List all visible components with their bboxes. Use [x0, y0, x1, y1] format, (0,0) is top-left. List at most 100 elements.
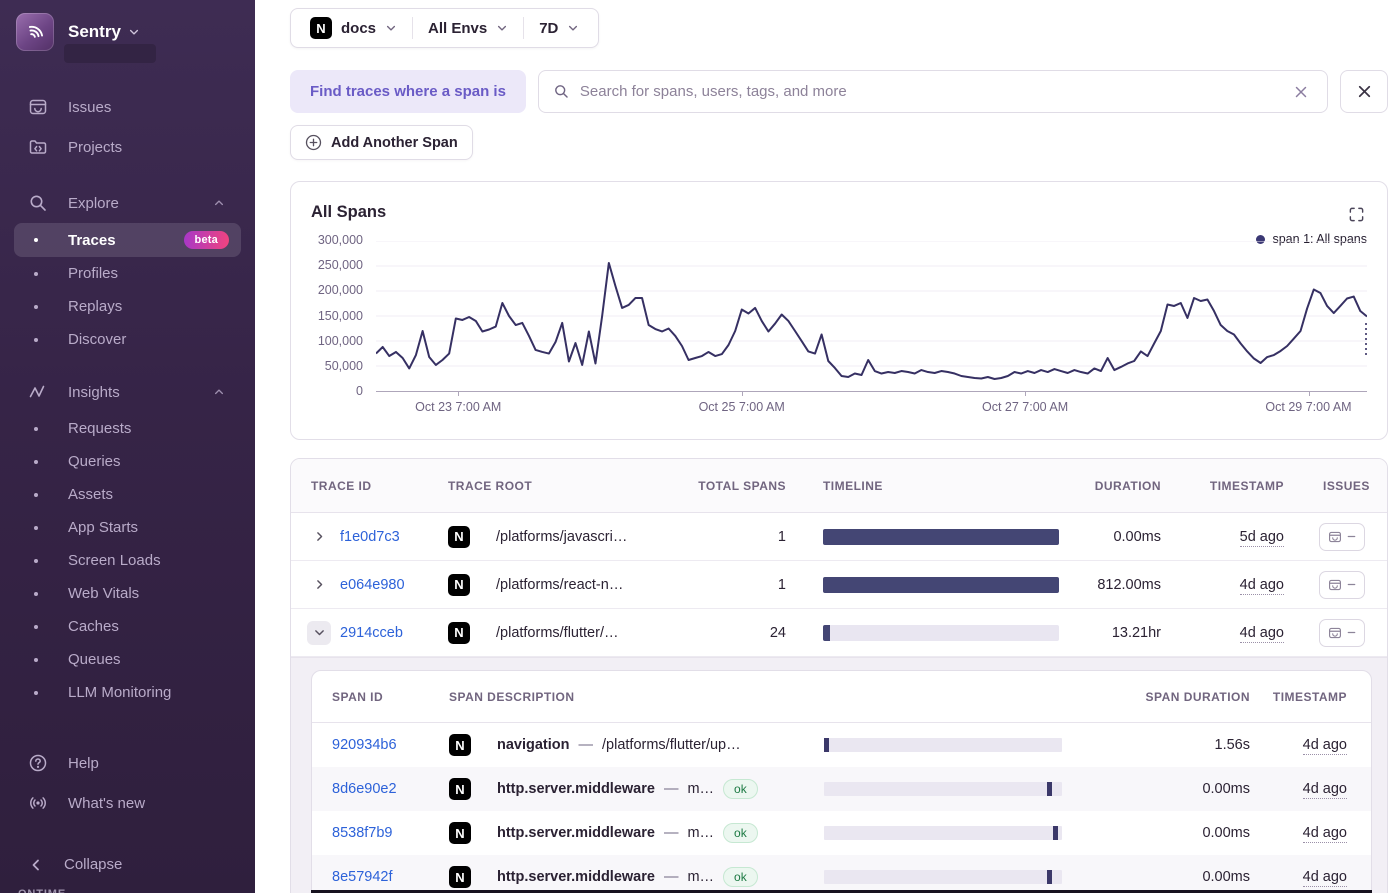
span-duration-value: 1.56s: [1082, 737, 1260, 753]
sidebar-item-projects[interactable]: Projects: [0, 127, 255, 167]
span-timestamp-value[interactable]: 4d ago: [1303, 825, 1347, 843]
project-selector[interactable]: N docs: [295, 17, 412, 39]
span-table-row[interactable]: 8e57942f N http.server.middleware — m… o…: [312, 855, 1371, 893]
chart-plot-area[interactable]: Oct 23 7:00 AMOct 25 7:00 AMOct 27 7:00 …: [376, 241, 1367, 392]
sidebar-sub-item[interactable]: Discover: [14, 323, 241, 356]
remove-span-filter-button[interactable]: [1340, 70, 1388, 113]
issues-count-button[interactable]: [1319, 523, 1365, 551]
timestamp-value[interactable]: 5d ago: [1240, 529, 1284, 547]
sidebar-sub-item[interactable]: Caches: [14, 610, 241, 643]
fullscreen-icon[interactable]: [1348, 206, 1365, 226]
sidebar-sub-item[interactable]: Screen Loads: [14, 544, 241, 577]
y-tick-label: 50,000: [325, 359, 363, 373]
date-range-selector[interactable]: 7D: [524, 20, 594, 37]
search-icon: [28, 193, 48, 213]
sidebar-sub-item[interactable]: Requests: [14, 412, 241, 445]
trace-table-card: TRACE ID TRACE ROOT TOTAL SPANS TIMELINE…: [290, 458, 1388, 893]
sidebar-item-label: Replays: [68, 298, 122, 315]
span-timestamp-value[interactable]: 4d ago: [1303, 781, 1347, 799]
span-table-row[interactable]: 920934b6 N navigation — /platforms/flutt…: [312, 723, 1371, 767]
sidebar-section-insights[interactable]: Insights: [0, 372, 255, 412]
trace-id-link[interactable]: f1e0d7c3: [340, 529, 400, 545]
trace-id-link[interactable]: e064e980: [340, 577, 405, 593]
environment-selector[interactable]: All Envs: [413, 20, 523, 37]
sidebar-item-help[interactable]: Help: [0, 743, 255, 783]
timestamp-value[interactable]: 4d ago: [1240, 577, 1284, 595]
chevron-up-icon: [213, 386, 225, 398]
trace-id-link[interactable]: 2914cceb: [340, 625, 403, 641]
span-rows: 920934b6 N navigation — /platforms/flutt…: [312, 723, 1371, 893]
trace-table-row[interactable]: e064e980 N /platforms/react-n… 1 812.00m…: [291, 561, 1387, 609]
timestamp-value[interactable]: 4d ago: [1240, 625, 1284, 643]
sidebar-item-label: Requests: [68, 420, 131, 437]
sidebar-sub-item[interactable]: Assets: [14, 478, 241, 511]
col-span-description: SPAN DESCRIPTION: [449, 690, 802, 704]
span-search-box[interactable]: [538, 70, 1328, 113]
nextjs-project-icon: N: [449, 734, 471, 756]
span-id-link[interactable]: 920934b6: [332, 737, 397, 753]
trace-table-header: TRACE ID TRACE ROOT TOTAL SPANS TIMELINE…: [291, 459, 1387, 513]
sidebar-sub-item[interactable]: Replays: [14, 290, 241, 323]
trace-table-row[interactable]: f1e0d7c3 N /platforms/javascri… 1 0.00ms…: [291, 513, 1387, 561]
status-badge: ok: [723, 867, 758, 887]
span-description: m…: [687, 869, 714, 885]
status-badge: ok: [723, 779, 758, 799]
sidebar-sub-item[interactable]: Queues: [14, 643, 241, 676]
span-table-row[interactable]: 8d6e90e2 N http.server.middleware — m… o…: [312, 767, 1371, 811]
add-another-span-button[interactable]: Add Another Span: [290, 125, 473, 160]
span-search-row: Find traces where a span is: [290, 70, 1388, 113]
span-table-card: SPAN ID SPAN DESCRIPTION SPAN DURATION T…: [311, 670, 1372, 893]
sidebar-sub-item[interactable]: Queries: [14, 445, 241, 478]
span-op: http.server.middleware: [497, 869, 655, 885]
x-tick-mark: [1309, 391, 1310, 396]
issues-count-button[interactable]: [1319, 571, 1365, 599]
sidebar-section-explore[interactable]: Explore: [0, 183, 255, 223]
sidebar-sub-item[interactable]: Traces beta: [14, 223, 241, 257]
expand-chevron-button[interactable]: [307, 621, 331, 645]
nextjs-project-icon: N: [449, 778, 471, 800]
sidebar-item-label: Web Vitals: [68, 585, 139, 602]
nextjs-project-icon: N: [448, 622, 470, 644]
search-icon: [553, 83, 570, 100]
span-timestamp-value[interactable]: 4d ago: [1303, 869, 1347, 887]
x-tick-mark: [458, 391, 459, 396]
section-label: Insights: [68, 384, 120, 401]
sidebar-sub-item[interactable]: App Starts: [14, 511, 241, 544]
sidebar-item-label: Traces: [68, 232, 116, 249]
expand-chevron-button[interactable]: [307, 573, 331, 597]
span-table-header: SPAN ID SPAN DESCRIPTION SPAN DURATION T…: [312, 671, 1371, 723]
expand-chevron-button[interactable]: [307, 525, 331, 549]
span-search-input[interactable]: [580, 83, 1279, 100]
chart-title: All Spans: [311, 203, 386, 222]
sidebar-sub-item[interactable]: LLM Monitoring: [14, 676, 241, 709]
sidebar-item-issues[interactable]: Issues: [0, 87, 255, 127]
span-table-row[interactable]: 8538f7b9 N http.server.middleware — m… o…: [312, 811, 1371, 855]
sidebar: Sentry Issues Projects: [0, 0, 255, 893]
sidebar-sub-item[interactable]: Web Vitals: [14, 577, 241, 610]
dash-icon: [1347, 532, 1356, 541]
x-tick-label: Oct 25 7:00 AM: [699, 400, 785, 414]
find-traces-chip[interactable]: Find traces where a span is: [290, 70, 526, 113]
bullet-icon: [34, 238, 38, 242]
clear-search-icon[interactable]: [1289, 80, 1313, 104]
bullet-icon: [34, 691, 38, 695]
span-id-link[interactable]: 8e57942f: [332, 869, 392, 885]
span-timestamp-value[interactable]: 4d ago: [1303, 737, 1347, 755]
span-id-link[interactable]: 8d6e90e2: [332, 781, 397, 797]
sidebar-item-whats-new[interactable]: What's new: [0, 783, 255, 823]
bullet-icon: [34, 272, 38, 276]
issues-count-button[interactable]: [1319, 619, 1365, 647]
separator: —: [664, 781, 679, 797]
bullet-icon: [34, 526, 38, 530]
span-id-link[interactable]: 8538f7b9: [332, 825, 392, 841]
x-tick-mark: [742, 391, 743, 396]
org-switcher[interactable]: Sentry: [0, 0, 255, 57]
col-timestamp: TIMESTAMP: [1171, 479, 1294, 493]
sidebar-item-label: Discover: [68, 331, 126, 348]
collapse-button[interactable]: Collapse: [0, 846, 255, 883]
sidebar-sub-item[interactable]: Profiles: [14, 257, 241, 290]
trace-table-row[interactable]: 2914cceb N /platforms/flutter/… 24 13.21…: [291, 609, 1387, 657]
help-icon: [28, 753, 48, 773]
total-spans-value: 24: [691, 625, 801, 641]
plus-circle-icon: [305, 134, 322, 151]
